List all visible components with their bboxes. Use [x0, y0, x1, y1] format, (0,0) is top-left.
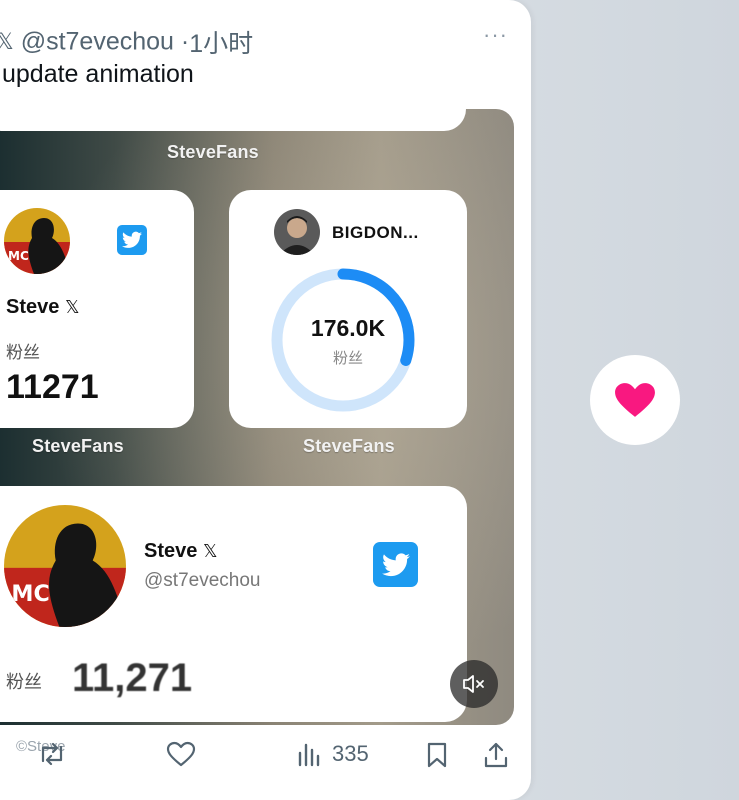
time-separator: · [180, 27, 190, 56]
retweet-icon [41, 742, 63, 766]
widget-small-name: Steve [6, 296, 60, 318]
tweet-text: update animation [2, 60, 194, 88]
widget-large-followers-value: 11,271 [72, 656, 193, 700]
twitter-bird-icon [117, 225, 147, 255]
heart-filled-icon [615, 383, 655, 417]
widget-large-followers-label: 粉丝 [6, 672, 42, 692]
tweet-actions-bar: 335 [0, 735, 531, 781]
tweet-time[interactable]: 1小时 [189, 30, 253, 58]
views-button[interactable]: 335 [296, 741, 369, 767]
more-options-icon[interactable]: ··· [483, 24, 508, 46]
svg-text:MC: MC [11, 581, 49, 607]
bigdon-avatar [274, 209, 320, 255]
mute-toggle-button[interactable] [450, 660, 498, 708]
retweet-button[interactable] [37, 741, 67, 767]
widget-small-followers: MC Steve 𝕏 粉丝 11271 [0, 190, 194, 428]
widget-ring-name: BIGDON... [332, 223, 419, 242]
share-button[interactable] [483, 741, 509, 769]
large-avatar: MC [4, 505, 126, 627]
widget-large-name: Steve [144, 540, 198, 562]
widget-ring-label: 粉丝 [332, 350, 363, 367]
caption-right: SteveFans [303, 436, 395, 456]
share-icon [484, 742, 508, 768]
views-count: 335 [332, 741, 369, 766]
twitter-bird-icon [373, 542, 418, 587]
author-handle[interactable]: @st7evechou [21, 28, 174, 56]
x-logo-icon: 𝕏 [0, 29, 14, 54]
x-verified-icon: 𝕏 [64, 297, 80, 317]
bookmark-icon [427, 742, 447, 768]
widget-small-name-row: Steve 𝕏 [6, 296, 79, 319]
floating-like-button[interactable] [590, 355, 680, 445]
widget-large-followers: MC Steve 𝕏 @st7evechou 粉丝 11,271 [0, 486, 467, 722]
tweet-author-row: 𝕏 @st7evechou ·1小时 [0, 24, 253, 60]
caption-left: SteveFans [32, 436, 124, 456]
widget-ring-followers: BIGDON... 176.0K 粉丝 [229, 190, 467, 428]
widget-large-name-row: Steve 𝕏 [144, 540, 217, 563]
widget-small-followers-value: 11271 [6, 368, 99, 406]
tweet-card: 𝕏 @st7evechou ·1小时 ··· update animation … [0, 0, 531, 800]
speaker-muted-icon [463, 675, 484, 693]
widget-top-remnant [0, 109, 466, 131]
widget-ring-value: 176.0K [310, 315, 386, 341]
bookmark-button[interactable] [425, 741, 449, 769]
bar-chart-icon [298, 743, 320, 767]
heart-outline-icon [166, 741, 196, 767]
caption-top: SteveFans [167, 142, 259, 162]
tweet-media-video[interactable]: SteveFans MC Steve 𝕏 粉丝 11271 SteveFans [0, 109, 514, 725]
x-verified-icon: 𝕏 [202, 541, 218, 561]
widget-small-followers-label: 粉丝 [6, 343, 40, 362]
svg-text:MC: MC [8, 249, 29, 263]
avatar: MC [4, 208, 70, 274]
like-button[interactable] [166, 741, 196, 767]
widget-large-handle: @st7evechou [144, 570, 261, 591]
tweet-header: 𝕏 @st7evechou ·1小时 ··· [0, 22, 520, 59]
